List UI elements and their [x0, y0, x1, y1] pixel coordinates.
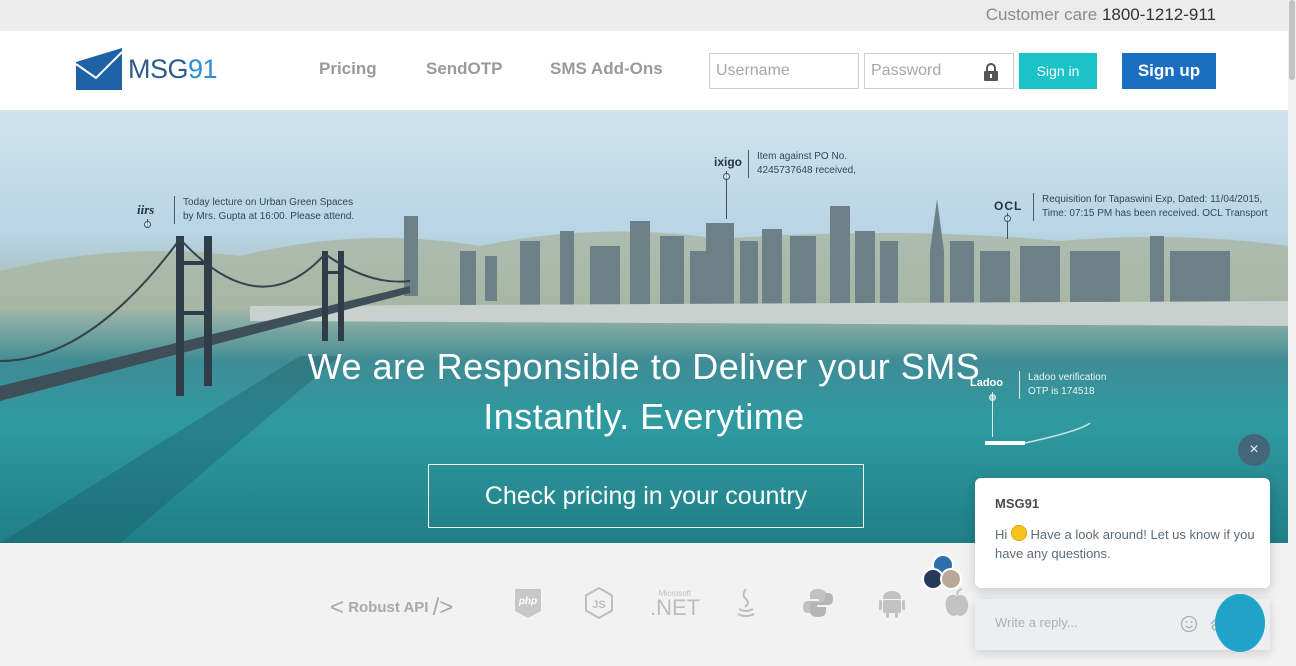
android-icon	[879, 591, 905, 618]
robust-api-label: < Robust API />	[330, 594, 453, 622]
page-scrollbar[interactable]	[1288, 0, 1296, 666]
annotation-pin-dot	[144, 221, 151, 228]
annotation-brand-iirs: iirs	[137, 202, 155, 217]
avatar	[940, 568, 962, 590]
smiley-emoji-icon	[1010, 525, 1027, 541]
customer-care: Customer care 1800-1212-911	[986, 5, 1216, 25]
logo-text-suffix: 91	[188, 53, 218, 84]
password-field	[864, 53, 1014, 89]
chat-sender: MSG91	[995, 496, 1040, 511]
check-pricing-button[interactable]: Check pricing in your country	[428, 464, 864, 528]
nodejs-icon: JS	[585, 587, 613, 619]
logo-text-prefix: MSG	[128, 53, 189, 84]
chat-team-avatars	[922, 554, 964, 594]
php-icon: php	[515, 589, 541, 618]
robust-api-text: Robust API	[348, 599, 429, 616]
chat-launcher-button[interactable]	[1215, 594, 1265, 652]
chat-message-body: Have a look around! Let us know if you h…	[995, 527, 1255, 561]
svg-text:JS: JS	[592, 599, 605, 611]
chat-message-greeting: Hi	[995, 527, 1008, 542]
header: MSG91 Pricing SendOTP SMS Add-Ons Sign i…	[0, 31, 1288, 111]
logo[interactable]: MSG91	[76, 48, 218, 90]
envelope-logo-icon	[76, 48, 123, 90]
nav-sms-addons[interactable]: SMS Add-Ons	[550, 59, 663, 79]
annotation-pin-dot	[723, 173, 730, 180]
chat-message-card[interactable]: MSG91 Hi Have a look around! Let us know…	[975, 478, 1270, 588]
annotation-brand-ocl: OCL	[994, 199, 1023, 213]
annotation-line: Requisition for Tapaswini Exp, Dated: 11…	[1042, 194, 1263, 205]
dotnet-main-label: .NET	[650, 595, 701, 620]
annotation-text-ixigo: Item against PO No. 4245737648 received,	[748, 150, 856, 178]
logo-text: MSG91	[128, 53, 218, 85]
annotation-line: Today lecture on Urban Green Spaces	[183, 197, 354, 208]
annotation-line: Item against PO No.	[757, 151, 848, 162]
annotation-line: Time: 07:15 PM has been received. OCL Tr…	[1042, 208, 1268, 219]
chat-message: Hi Have a look around! Let us know if yo…	[995, 525, 1257, 563]
python-icon	[803, 589, 833, 617]
username-input[interactable]	[710, 54, 858, 88]
annotation-line: by Mrs. Gupta at 16:00. Please attend.	[183, 211, 355, 222]
dotnet-icon: Microsoft .NET	[650, 589, 701, 620]
annotation-text-ocl: Requisition for Tapaswini Exp, Dated: 11…	[1033, 193, 1267, 221]
top-bar: Customer care 1800-1212-911	[0, 0, 1288, 31]
nav-pricing[interactable]: Pricing	[319, 59, 377, 79]
customer-care-number[interactable]: 1800-1212-911	[1102, 5, 1216, 24]
annotation-brand-ixigo: ixigo	[714, 155, 743, 169]
emoji-picker-icon[interactable]	[1180, 615, 1198, 633]
hero-headline-line1: We are Responsible to Deliver your SMS	[307, 346, 981, 387]
chat-reply-input[interactable]	[995, 615, 1195, 630]
nav-sendotp[interactable]: SendOTP	[426, 59, 503, 79]
lock-icon	[984, 63, 998, 81]
java-icon	[737, 588, 755, 617]
customer-care-label: Customer care	[985, 5, 1098, 24]
chat-close-button[interactable]: ×	[1238, 434, 1270, 466]
signin-button[interactable]: Sign in	[1019, 53, 1097, 89]
username-field	[709, 53, 859, 89]
signup-button[interactable]: Sign up	[1122, 53, 1216, 89]
annotation-line: 4245737648 received,	[757, 165, 856, 176]
annotation-pin-dot	[1004, 215, 1011, 222]
scrollbar-thumb[interactable]	[1289, 0, 1295, 80]
hero-headline-line2: Instantly. Everytime	[483, 396, 805, 437]
chevron-left-icon: <	[330, 594, 345, 621]
annotation-text-iirs: Today lecture on Urban Green Spaces by M…	[174, 196, 354, 224]
svg-text:php: php	[518, 596, 537, 607]
slash-right-icon: />	[432, 594, 454, 621]
